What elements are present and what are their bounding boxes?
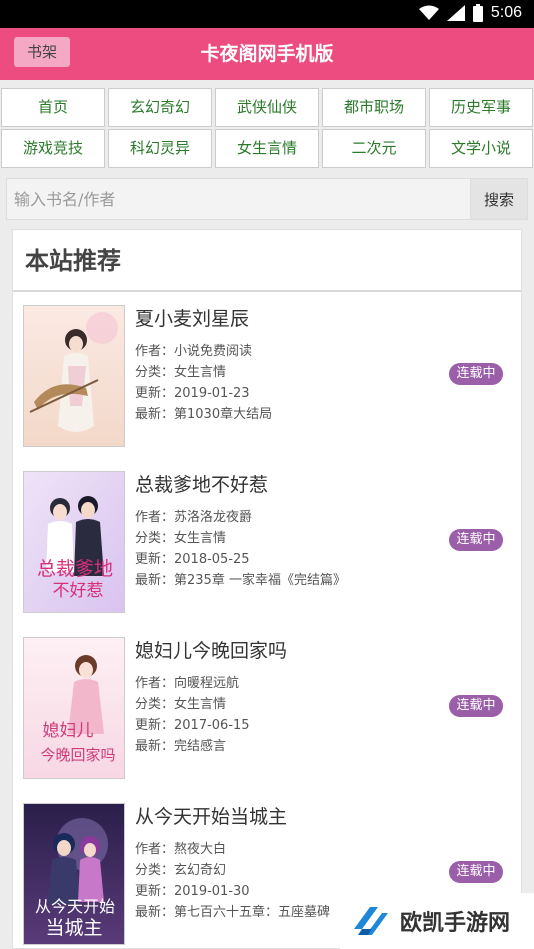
book-category: 分类：女生言情: [135, 365, 227, 380]
nav-wuxia[interactable]: 武侠仙侠: [215, 88, 319, 127]
category-nav: 首页 玄幻奇幻 武侠仙侠 都市职场 历史军事 游戏竞技 科幻灵异 女生言情 二次…: [0, 88, 534, 168]
nav-anime[interactable]: 二次元: [322, 129, 426, 168]
book-item[interactable]: 媳妇儿 今晚回家吗 媳妇儿今晚回家吗 作者：向暖程远航 分类：女生言情 更新：2…: [13, 626, 521, 792]
search-button[interactable]: 搜索: [471, 178, 528, 220]
signal-icon: [446, 5, 465, 21]
recommendation-panel: 本站推荐 夏小麦刘星辰 作者：小说免费阅读 分类：女生言情 更新：2019-01…: [12, 229, 522, 949]
cover-title-line2: 不好惹: [53, 581, 104, 601]
book-updated: 更新：2019-01-30: [135, 884, 250, 899]
book-latest-chapter[interactable]: 最新：第七百六十五章：五座墓碑: [135, 905, 330, 921]
nav-literature[interactable]: 文学小说: [429, 129, 533, 168]
clock: 5:06: [490, 4, 522, 21]
status-badge: 连载中: [449, 695, 503, 717]
book-cover[interactable]: 媳妇儿 今晚回家吗: [23, 637, 125, 779]
book-category: 分类：女生言情: [135, 531, 227, 546]
cover-title-line1: 从今天开始: [35, 897, 115, 916]
book-item[interactable]: 总裁爹地 不好惹 总裁爹地不好惹 作者：苏洛洛龙夜爵 分类：女生言情 更新：20…: [13, 460, 521, 626]
nav-history[interactable]: 历史军事: [429, 88, 533, 127]
battery-icon: [472, 4, 483, 22]
book-author: 作者：熬夜大白: [135, 842, 227, 857]
bookshelf-button[interactable]: 书架: [14, 37, 70, 67]
cover-title-line1: 媳妇儿: [43, 721, 94, 741]
nav-urban[interactable]: 都市职场: [322, 88, 426, 127]
watermark: 欧凯手游网: [340, 893, 534, 949]
watermark-logo-icon: [354, 907, 388, 935]
book-cover[interactable]: 从今天开始 当城主: [23, 803, 125, 945]
cover-title-line2: 当城主: [45, 917, 102, 939]
page-title: 卡夜阁网手机版: [200, 43, 334, 65]
cover-title-line2: 今晚回家吗: [40, 746, 115, 764]
book-updated: 更新：2019-01-23: [135, 386, 250, 401]
book-latest-chapter[interactable]: 最新：完结感言: [135, 739, 226, 755]
book-category: 分类：女生言情: [135, 697, 227, 712]
book-title[interactable]: 媳妇儿今晚回家吗: [135, 636, 287, 663]
book-author: 作者：向暖程远航: [135, 676, 240, 691]
search-input[interactable]: [6, 178, 471, 220]
book-latest-chapter[interactable]: 最新：第235章 一家幸福《完结篇》: [135, 573, 346, 589]
section-title: 本站推荐: [13, 230, 521, 292]
status-bar: 5:06: [0, 0, 534, 28]
book-title[interactable]: 总裁爹地不好惹: [135, 470, 268, 497]
book-updated: 更新：2017-06-15: [135, 718, 250, 733]
book-author: 作者：小说免费阅读: [135, 344, 253, 359]
book-title[interactable]: 夏小麦刘星辰: [135, 304, 249, 331]
app-header: 卡夜阁网手机版 书架: [0, 28, 534, 80]
search-bar: 搜索: [6, 178, 528, 220]
status-badge: 连载中: [449, 363, 503, 385]
book-item[interactable]: 夏小麦刘星辰 作者：小说免费阅读 分类：女生言情 更新：2019-01-23 最…: [13, 294, 521, 460]
book-cover[interactable]: 总裁爹地 不好惹: [23, 471, 125, 613]
cover-title-line1: 总裁爹地: [37, 558, 113, 580]
book-category: 分类：玄幻奇幻: [135, 863, 227, 878]
book-title[interactable]: 从今天开始当城主: [135, 802, 287, 829]
book-updated: 更新：2018-05-25: [135, 552, 250, 567]
book-author: 作者：苏洛洛龙夜爵: [135, 510, 253, 525]
nav-fantasy[interactable]: 玄幻奇幻: [108, 88, 212, 127]
watermark-text: 欧凯手游网: [400, 911, 511, 936]
nav-home[interactable]: 首页: [1, 88, 105, 127]
nav-romance[interactable]: 女生言情: [215, 129, 319, 168]
status-badge: 连载中: [449, 861, 503, 883]
nav-scifi[interactable]: 科幻灵异: [108, 129, 212, 168]
wifi-icon: [418, 5, 439, 20]
status-badge: 连载中: [449, 529, 503, 551]
book-cover[interactable]: [23, 305, 125, 447]
nav-games[interactable]: 游戏竞技: [1, 129, 105, 168]
book-latest-chapter[interactable]: 最新：第1030章大结局: [135, 407, 272, 423]
